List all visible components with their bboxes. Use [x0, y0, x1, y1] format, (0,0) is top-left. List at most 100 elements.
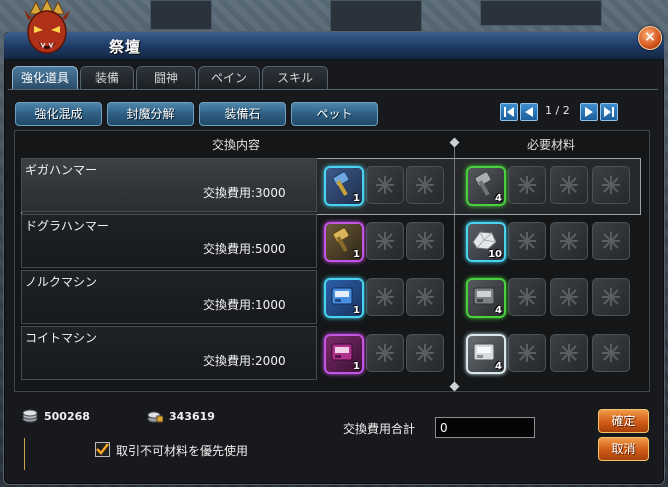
empty-slot-icon	[416, 232, 434, 250]
pet-button[interactable]: ペット	[291, 102, 378, 126]
empty-slot-icon	[602, 344, 620, 362]
tab-label: ペイン	[210, 71, 247, 85]
resize-grip	[24, 438, 35, 470]
title-bar[interactable]: 祭壇	[4, 32, 664, 60]
tab-enhance-items[interactable]: 強化道具	[12, 66, 78, 89]
world-structure	[480, 0, 602, 26]
empty-slot	[366, 278, 404, 316]
empty-slot-icon	[376, 176, 394, 194]
hammer-gold-icon[interactable]: 1	[324, 222, 364, 262]
tab-label: 闘神	[153, 71, 178, 85]
confirm-button[interactable]: 確定	[598, 409, 649, 433]
empty-slot	[406, 222, 444, 260]
empty-slot-icon	[518, 176, 536, 194]
close-icon: ×	[644, 29, 656, 45]
enhance-combine-button[interactable]: 強化混成	[15, 102, 102, 126]
empty-slot-icon	[602, 232, 620, 250]
machine-white-icon[interactable]: 4	[466, 334, 506, 374]
empty-slot	[592, 222, 630, 260]
hammer-gray-icon[interactable]: 4	[466, 166, 506, 206]
empty-slot	[406, 334, 444, 372]
tab-battle-god[interactable]: 闘神	[136, 66, 196, 89]
empty-slot	[550, 334, 588, 372]
locked-coin-icon	[147, 411, 163, 423]
item-count: 4	[495, 305, 502, 316]
tab-equipment[interactable]: 装備	[80, 66, 134, 89]
empty-slot-icon	[602, 176, 620, 194]
tab-divider	[8, 89, 658, 90]
seal-disassemble-button[interactable]: 封魔分解	[107, 102, 194, 126]
page-indicator: 1 / 2	[545, 104, 570, 117]
empty-slot-icon	[560, 344, 578, 362]
row-item-name: ギガハンマー	[25, 163, 98, 177]
tab-pain[interactable]: ペイン	[198, 66, 260, 89]
button-label: 確定	[611, 414, 636, 428]
empty-slot	[508, 334, 546, 372]
next-page-icon	[585, 107, 593, 117]
row-cost: 交換費用:5000	[203, 242, 286, 256]
tab-label: 強化道具	[20, 71, 69, 85]
empty-slot-icon	[416, 288, 434, 306]
empty-slot	[406, 278, 444, 316]
cancel-button[interactable]: 取消	[598, 437, 649, 461]
empty-slot	[508, 278, 546, 316]
empty-slot-icon	[560, 176, 578, 194]
tab-label: 装備	[94, 71, 119, 85]
window-title: 祭壇	[109, 38, 142, 56]
demon-emblem-icon	[24, 0, 70, 54]
empty-slot-icon	[518, 232, 536, 250]
item-count: 1	[353, 305, 360, 316]
exchange-content-header: 交換内容	[212, 138, 261, 152]
world-structure	[150, 0, 212, 30]
exchange-row[interactable]: ギガハンマー 交換費用:3000	[21, 158, 317, 212]
button-label: 強化混成	[34, 107, 83, 121]
world-structure	[330, 0, 422, 32]
machine-purple-icon[interactable]: 1	[324, 334, 364, 374]
first-page-icon	[504, 107, 514, 117]
tab-skill[interactable]: スキル	[262, 66, 328, 89]
empty-slot-icon	[560, 232, 578, 250]
close-button[interactable]: ×	[638, 26, 662, 50]
empty-slot-icon	[376, 232, 394, 250]
empty-slot-icon	[376, 344, 394, 362]
machine-gray-icon[interactable]: 4	[466, 278, 506, 318]
first-page-button[interactable]	[500, 103, 518, 121]
total-cost-field[interactable]	[435, 417, 535, 438]
empty-slot-icon	[560, 288, 578, 306]
empty-slot	[508, 166, 546, 204]
item-count: 10	[488, 249, 502, 260]
button-label: 取消	[611, 442, 636, 456]
empty-slot-icon	[518, 288, 536, 306]
exchange-row[interactable]: コイトマシン 交換費用:2000	[21, 326, 317, 380]
exchange-row[interactable]: ドグラハンマー 交換費用:5000	[21, 214, 317, 268]
secondary-currency-amount: 343619	[169, 410, 215, 423]
row-item-name: ドグラハンマー	[25, 219, 109, 233]
row-cost: 交換費用:2000	[203, 354, 286, 368]
last-page-button[interactable]	[600, 103, 618, 121]
next-page-button[interactable]	[580, 103, 598, 121]
empty-slot	[406, 166, 444, 204]
hammer-blue-icon[interactable]: 1	[324, 166, 364, 206]
prioritize-untradable-checkbox[interactable]	[95, 442, 110, 457]
empty-slot-icon	[602, 288, 620, 306]
equip-stone-button[interactable]: 装備石	[199, 102, 286, 126]
last-page-icon	[604, 107, 614, 117]
primary-currency-amount: 500268	[44, 410, 90, 423]
empty-slot	[592, 278, 630, 316]
item-count: 1	[353, 361, 360, 372]
empty-slot-icon	[416, 344, 434, 362]
button-label: ペット	[316, 107, 353, 121]
coin-stack-icon	[22, 409, 38, 423]
empty-slot	[366, 222, 404, 260]
exchange-row[interactable]: ノルクマシン 交換費用:1000	[21, 270, 317, 324]
ore-white-icon[interactable]: 10	[466, 222, 506, 262]
prev-page-button[interactable]	[520, 103, 538, 121]
item-count: 1	[353, 249, 360, 260]
tab-label: スキル	[276, 71, 313, 85]
empty-slot-icon	[416, 176, 434, 194]
empty-slot-icon	[376, 288, 394, 306]
machine-blue-icon[interactable]: 1	[324, 278, 364, 318]
prioritize-untradable-label: 取引不可材料を優先使用	[116, 444, 249, 458]
row-item-name: コイトマシン	[25, 331, 98, 345]
prev-page-icon	[525, 107, 533, 117]
